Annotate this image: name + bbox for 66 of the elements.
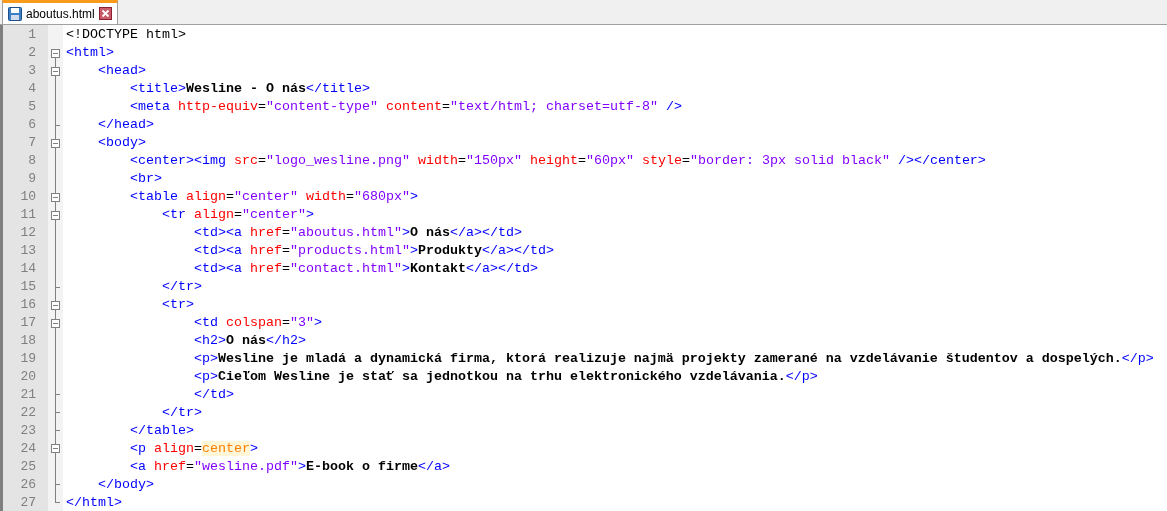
code-line: <head> [97, 62, 147, 80]
line-number: 7 [28, 134, 36, 152]
code-line: <!DOCTYPE html> [66, 26, 187, 44]
code-line: <meta http-equiv="content-type" content="text/html; charset=utf-8" /> [129, 98, 683, 116]
line-number: 8 [28, 152, 36, 170]
line-number: 26 [20, 476, 36, 494]
collapse-icon[interactable] [51, 192, 60, 202]
line-number: 22 [20, 404, 36, 422]
code-line: </html> [66, 494, 123, 511]
code-line: </td> [192, 386, 235, 404]
collapse-icon[interactable] [51, 48, 60, 58]
collapse-icon[interactable] [51, 300, 60, 310]
code-line: <h2>O nás</h2> [192, 332, 307, 350]
code-line: <tr> [160, 296, 195, 314]
collapse-icon[interactable] [51, 210, 60, 220]
code-line: </head> [97, 116, 155, 134]
code-line: <br> [129, 170, 163, 188]
code-line: </table> [129, 422, 195, 440]
code-line: <p>Wesline je mladá a dynamická firma, ktorá realizuje najmä projekty zamerané na vzdelávanie študentov a dospelých.</p> [192, 350, 1154, 368]
line-number: 23 [20, 422, 36, 440]
tab-label: aboutus.html [26, 5, 95, 23]
code-line: <td><a href="contact.html">Kontakt</a></td> [192, 260, 539, 278]
line-number: 15 [20, 278, 36, 296]
code-line: <table align="center" width="680px"> [129, 188, 419, 206]
line-number: 19 [20, 350, 36, 368]
code-line: <td><a href="aboutus.html">O nás</a></td> [192, 224, 523, 242]
code-line: <title>Wesline - O nás</title> [129, 80, 371, 98]
line-number: 14 [20, 260, 36, 278]
line-number: 9 [28, 170, 36, 188]
collapse-icon[interactable] [51, 66, 60, 76]
line-number: 2 [28, 44, 36, 62]
close-icon[interactable] [98, 7, 112, 20]
line-number: 24 [20, 440, 36, 458]
code-line: <tr align="center"> [160, 206, 315, 224]
line-number: 18 [20, 332, 36, 350]
line-number: 16 [20, 296, 36, 314]
code-line: </tr> [160, 404, 203, 422]
floppy-icon [8, 6, 22, 21]
collapse-icon[interactable] [51, 444, 60, 454]
code-line: </tr> [160, 278, 203, 296]
line-number: 25 [20, 458, 36, 476]
line-number: 11 [20, 206, 36, 224]
line-number: 20 [20, 368, 36, 386]
code-line: <html> [66, 44, 115, 62]
line-number: 4 [28, 80, 36, 98]
line-number: 6 [28, 116, 36, 134]
line-number: 1 [28, 26, 36, 44]
collapse-icon[interactable] [51, 138, 60, 148]
line-number: 17 [20, 314, 36, 332]
line-number: 13 [20, 242, 36, 260]
code-line: <td><a href="products.html">Produkty</a></td> [192, 242, 555, 260]
code-line: <center><img src="logo_wesline.png" width="150px" height="60px" style="border: 3px solid black" /></center> [129, 152, 987, 170]
line-number: 10 [20, 188, 36, 206]
code-line: <p>Cieľom Wesline je stať sa jednotkou na trhu elektronického vzdelávania.</p> [192, 368, 819, 386]
line-number: 3 [28, 62, 36, 80]
line-number: 21 [20, 386, 36, 404]
line-number: 27 [20, 494, 36, 511]
code-line: <a href="wesline.pdf">E-book o firme</a> [129, 458, 451, 476]
code-line: <p align=center> [129, 440, 259, 458]
line-number: 5 [28, 98, 36, 116]
code-line: <body> [97, 134, 147, 152]
code-line: <td colspan="3"> [192, 314, 323, 332]
code-line: </body> [97, 476, 155, 494]
collapse-icon[interactable] [51, 318, 60, 328]
line-number: 12 [20, 224, 36, 242]
file-tab[interactable]: aboutus.html [2, 0, 118, 24]
